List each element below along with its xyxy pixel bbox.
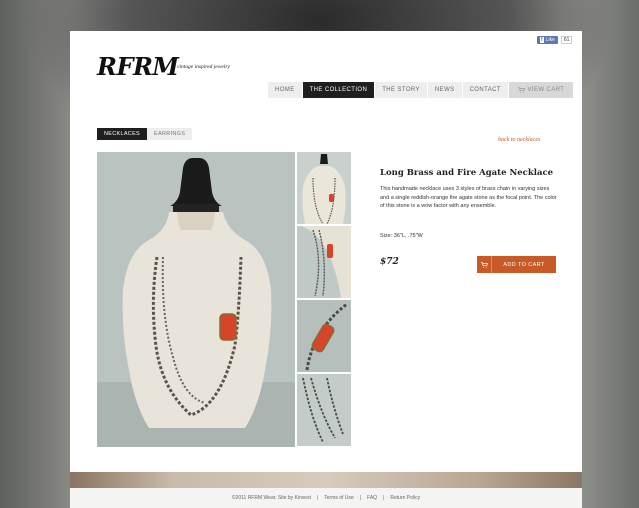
thumbnail-3[interactable] (297, 300, 351, 372)
site-tagline: vintage inspired jewelry (177, 64, 230, 70)
add-to-cart-label: ADD TO CART (503, 261, 545, 268)
footer-divider: | (383, 495, 385, 501)
nav-home[interactable]: HOME (268, 82, 302, 98)
facebook-like-label: Like (545, 37, 555, 43)
nav-view-cart[interactable]: VIEW CART (508, 82, 573, 98)
footer-link-faq[interactable]: FAQ (367, 495, 377, 501)
site-footer: ©2011 RFRM Wear. Site by Kinvest | Terms… (70, 488, 582, 508)
footer-link-return-policy[interactable]: Return Policy (390, 495, 420, 501)
thumbnail-1[interactable] (297, 152, 351, 224)
nav-contact[interactable]: CONTACT (462, 82, 508, 98)
footer-divider: | (359, 495, 362, 501)
thumbnail-image-4 (297, 374, 351, 446)
product-title: Long Brass and Fire Agate Necklace (380, 168, 554, 178)
mannequin-image (97, 152, 295, 447)
facebook-icon: f (540, 37, 544, 43)
tab-necklaces[interactable]: NECKLACES (97, 128, 148, 140)
product-description: This handmade necklace uses 3 styles of … (380, 186, 557, 209)
product-thumbnails (297, 152, 351, 448)
product-price: $72 (380, 257, 399, 267)
facebook-like[interactable]: f Like 61 (537, 36, 573, 44)
add-to-cart-button[interactable]: ADD TO CART (477, 256, 556, 273)
thumbnail-2[interactable] (297, 226, 351, 298)
footer-link-terms[interactable]: Terms of Use (324, 495, 353, 501)
main-product-photo[interactable] (97, 152, 295, 447)
tab-earrings[interactable]: EARRINGS (147, 128, 193, 140)
product-size: Size: 36"L, .75"W (380, 233, 423, 239)
facebook-like-count: 61 (560, 36, 573, 44)
nav-news[interactable]: NEWS (427, 82, 462, 98)
main-nav: HOME THE COLLECTION THE STORY NEWS CONTA… (268, 82, 573, 98)
thumbnail-image-2 (297, 226, 351, 298)
cart-icon (477, 256, 492, 273)
thumbnail-image-1 (297, 152, 351, 224)
cart-icon (517, 87, 525, 93)
view-cart-label: VIEW CART (527, 87, 565, 93)
thumbnail-4[interactable] (297, 374, 351, 446)
footer-copyright: ©2011 RFRM Wear. Site by Kinvest (231, 495, 311, 501)
nav-the-collection[interactable]: THE COLLECTION (302, 82, 375, 98)
facebook-like-button[interactable]: f Like (537, 36, 558, 44)
nav-the-story[interactable]: THE STORY (375, 82, 427, 98)
category-tabs: NECKLACES EARRINGS (97, 128, 193, 140)
back-to-necklaces-link[interactable]: back to necklaces (498, 137, 540, 143)
thumbnail-image-3 (297, 300, 351, 372)
site-logo[interactable]: RFRM (97, 52, 179, 81)
footer-divider: | (316, 495, 319, 501)
page-container: f Like 61 RFRM vintage inspired jewelry … (70, 31, 582, 472)
